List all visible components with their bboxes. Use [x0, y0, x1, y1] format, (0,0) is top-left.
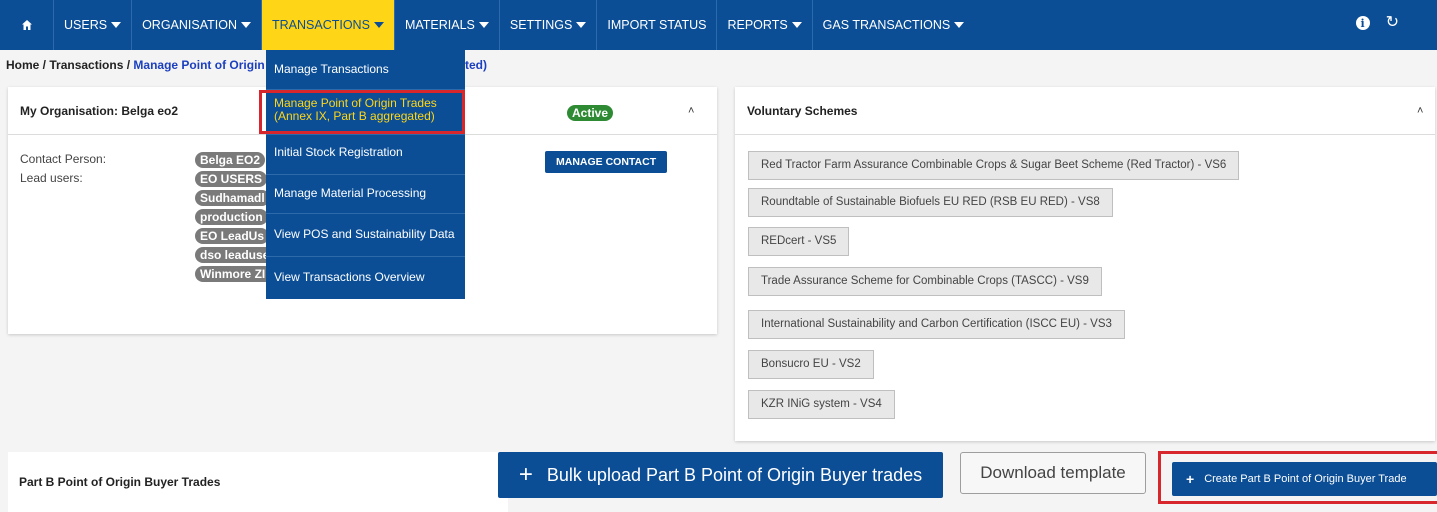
caret-down-icon [576, 22, 587, 28]
menu-item-manage-transactions[interactable]: Manage Transactions [266, 50, 465, 89]
scheme-item[interactable]: International Sustainability and Carbon … [748, 310, 1125, 339]
menu-item-label: View Transactions Overview [274, 269, 425, 284]
lead-users-label: Lead users: [20, 171, 83, 185]
plus-icon: + [1186, 471, 1195, 487]
breadcrumb-separator: / [123, 58, 134, 72]
info-icon[interactable]: i [1355, 16, 1370, 30]
nav-users-label: USERS [64, 18, 108, 32]
bulk-upload-button[interactable]: + Bulk upload Part B Point of Origin Buy… [498, 452, 943, 498]
nav-settings[interactable]: SETTINGS [500, 0, 598, 50]
home-icon [21, 20, 32, 30]
menu-item-label: Manage Transactions [274, 62, 389, 76]
scheme-item[interactable]: Trade Assurance Scheme for Combinable Cr… [748, 267, 1102, 296]
lead-user-pill[interactable]: dso leaduse [195, 247, 275, 263]
nav-gas-transactions-label: GAS TRANSACTIONS [822, 18, 951, 32]
menu-item-label: View POS and Sustainability Data [274, 226, 455, 241]
scheme-item[interactable]: Roundtable of Sustainable Biofuels EU RE… [748, 188, 1113, 217]
transactions-dropdown-menu: Manage Transactions Manage Point of Orig… [266, 50, 465, 299]
breadcrumb-separator: / [39, 58, 50, 72]
menu-item-manage-material-processing[interactable]: Manage Material Processing [266, 175, 465, 211]
nav-materials[interactable]: MATERIALS [395, 0, 500, 50]
caret-down-icon [478, 22, 489, 28]
create-partb-trade-button[interactable]: + Create Part B Point of Origin Buyer Tr… [1172, 462, 1437, 496]
lead-user-pill[interactable]: Sudhamadl [195, 190, 270, 206]
breadcrumb-home[interactable]: Home [6, 58, 39, 72]
nav-organisation-label: ORGANISATION [142, 18, 237, 32]
nav-organisation[interactable]: ORGANISATION [132, 0, 262, 50]
breadcrumb-current-tail: ted) [465, 58, 487, 72]
highlight-box [259, 90, 465, 134]
nav-users[interactable]: USERS [54, 0, 133, 50]
voluntary-schemes-header[interactable]: Voluntary Schemes [735, 87, 1435, 135]
menu-item-initial-stock-registration[interactable]: Initial Stock Registration [266, 135, 465, 169]
bulk-upload-label: Bulk upload Part B Point of Origin Buyer… [546, 464, 923, 485]
caret-down-icon [954, 22, 965, 28]
partb-title: Part B Point of Origin Buyer Trades [19, 475, 221, 489]
caret-down-icon [791, 22, 802, 28]
contact-person-label: Contact Person: [20, 152, 107, 166]
nav-import-status[interactable]: IMPORT STATUS [597, 0, 718, 50]
nav-reports-label: REPORTS [727, 18, 788, 32]
menu-item-view-pos-sustainability[interactable]: View POS and Sustainability Data [266, 214, 465, 254]
chevron-up-icon[interactable]: ˄ [688, 105, 694, 117]
caret-down-icon [241, 22, 251, 28]
plus-icon: + [518, 461, 533, 488]
nav-import-status-label: IMPORT STATUS [607, 18, 707, 32]
caret-down-icon [111, 22, 122, 28]
contact-person-pill[interactable]: Belga EO2 [195, 152, 266, 168]
scheme-item[interactable]: REDcert - VS5 [748, 227, 850, 256]
menu-item-view-transactions-overview[interactable]: View Transactions Overview [266, 257, 465, 297]
breadcrumb-current-end: ted) [465, 58, 487, 72]
nav-reports[interactable]: REPORTS [717, 0, 813, 50]
voluntary-schemes-card: Voluntary Schemes ˄ Red Tractor Farm Ass… [735, 87, 1435, 441]
nav-materials-label: MATERIALS [404, 18, 475, 32]
create-partb-trade-label: Create Part B Point of Origin Buyer Trad… [1204, 473, 1407, 485]
voluntary-schemes-title: Voluntary Schemes [747, 103, 858, 118]
home-button[interactable] [0, 0, 54, 50]
nav-right-icons: i ↻ [1355, 15, 1399, 31]
lead-user-pill[interactable]: EO LeadUs [195, 228, 270, 244]
top-navigation: USERS ORGANISATION TRANSACTIONS MATERIAL… [0, 0, 1437, 50]
breadcrumb-transactions[interactable]: Transactions [49, 58, 123, 72]
menu-item-label: Manage Material Processing [274, 185, 427, 200]
manage-contact-button[interactable]: MANAGE CONTACT [545, 151, 668, 173]
organisation-title: My Organisation: Belga eo2 [20, 103, 179, 118]
nav-transactions[interactable]: TRANSACTIONS [262, 0, 395, 50]
menu-item-label: Initial Stock Registration [274, 144, 403, 159]
breadcrumb: Home / Transactions / Manage Point of Or… [6, 58, 265, 72]
status-badge: Active [567, 105, 614, 121]
nav-transactions-label: TRANSACTIONS [272, 18, 370, 32]
nav-settings-label: SETTINGS [509, 18, 573, 32]
scheme-item[interactable]: Red Tractor Farm Assurance Combinable Cr… [748, 151, 1240, 180]
partb-card: Part B Point of Origin Buyer Trades [8, 452, 508, 512]
breadcrumb-current: Manage Point of Origin [133, 58, 265, 72]
chevron-up-icon[interactable]: ˄ [1417, 105, 1423, 117]
lead-user-pill[interactable]: production [195, 209, 268, 225]
scheme-item[interactable]: KZR INiG system - VS4 [748, 390, 895, 419]
caret-down-icon [373, 22, 384, 28]
nav-gas-transactions[interactable]: GAS TRANSACTIONS [813, 0, 975, 50]
logout-icon[interactable]: ↻ [1386, 15, 1399, 31]
lead-user-pill[interactable]: EO USERS [195, 171, 268, 187]
download-template-button[interactable]: Download template [960, 452, 1146, 494]
scheme-item[interactable]: Bonsucro EU - VS2 [748, 350, 874, 379]
